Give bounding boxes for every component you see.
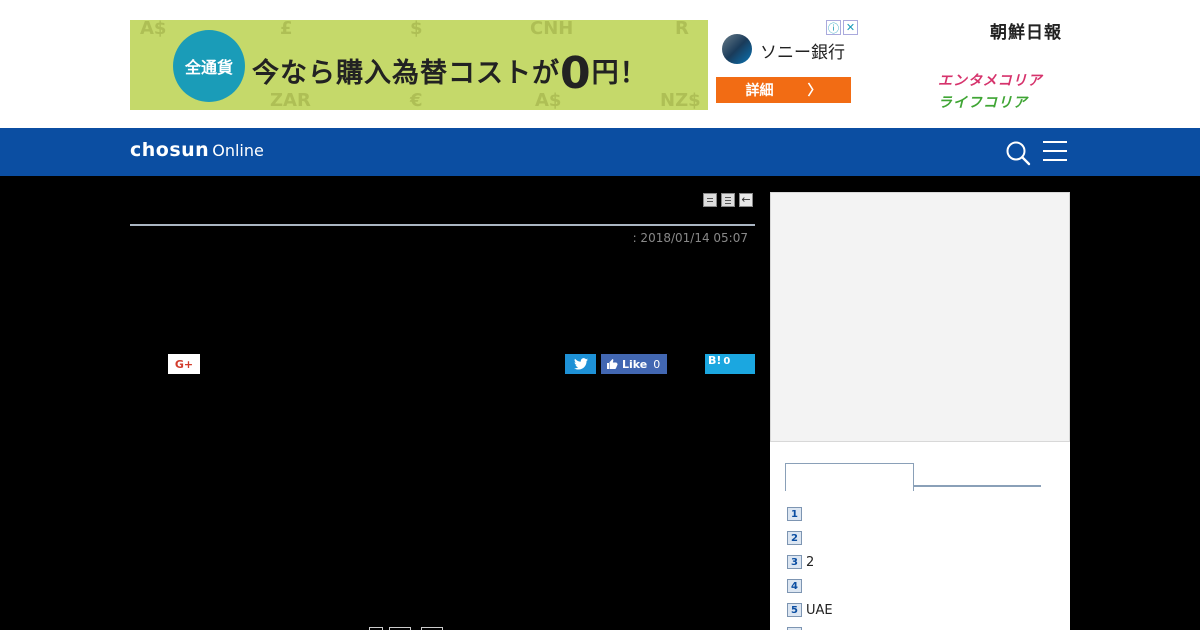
print-icon[interactable] [703, 193, 717, 207]
ranking-item[interactable]: 1 [787, 502, 833, 526]
ad-headline: 今なら購入為替コストが0円！ [252, 48, 648, 99]
facebook-like-button[interactable]: Like 0 [601, 354, 667, 374]
hatena-logo-icon: B! [708, 354, 722, 367]
ranking-list: 1 2 3 2 4 5 UAE 6 [787, 502, 833, 630]
ad-bg-symbol: A$ [140, 20, 167, 39]
ad-headline-text: 今なら購入為替コストが [252, 58, 560, 89]
rank-number-badge: 1 [787, 507, 802, 521]
life-korea-link[interactable]: ライフコリア [938, 92, 1028, 112]
logo-strong: chosun [130, 139, 210, 161]
ad-headline-suffix: 円！ [591, 58, 648, 89]
ranking-item[interactable]: 6 [787, 622, 833, 630]
rank-number-badge: 5 [787, 603, 802, 617]
sony-bank-logo-icon [722, 34, 752, 64]
hatena-bookmark-button[interactable]: B! 0 [705, 354, 755, 374]
chevron-right-icon: 〉 [807, 83, 822, 99]
main-navbar: chosun Online [0, 128, 1200, 176]
ranking-title[interactable]: 2 [806, 555, 814, 570]
ranking-title[interactable]: UAE [806, 603, 833, 618]
ad-bg-symbol: $ [410, 20, 423, 39]
tab-ranking-inactive[interactable] [914, 485, 1041, 487]
ranking-item[interactable]: 2 [787, 526, 833, 550]
twitter-bird-icon [573, 358, 588, 370]
search-icon[interactable] [1005, 140, 1031, 166]
ad-info-icon[interactable]: ⓘ [826, 20, 841, 35]
ranking-tabs [785, 463, 1041, 491]
ranking-item[interactable]: 4 [787, 574, 833, 598]
ad-bg-symbol: NZ$ [660, 90, 701, 110]
chosun-ilbo-link[interactable]: 朝鮮日報 [990, 18, 1062, 43]
google-plus-button[interactable]: G+ [168, 354, 200, 374]
rank-number-badge: 2 [787, 531, 802, 545]
article-dateline: : 2018/01/14 05:07 [632, 231, 748, 245]
sony-bank-name: ソニー銀行 [760, 43, 845, 63]
sony-details-label: 詳細 [745, 83, 774, 99]
sony-bank-ad[interactable]: ⓘ ✕ ソニー銀行 詳細 〉 [716, 20, 858, 110]
ad-bg-symbol: £ [280, 20, 293, 39]
top-header: A$ £ $ CNH R ZAR € A$ NZ$ 全通貨 今なら購入為替コスト… [0, 0, 1200, 128]
entame-korea-link[interactable]: エンタメコリア [938, 70, 1043, 90]
tab-ranking-active[interactable] [785, 463, 914, 491]
ad-close-icon[interactable]: ✕ [843, 20, 858, 35]
rank-number-badge: 4 [787, 579, 802, 593]
text-size-icon[interactable] [721, 193, 735, 207]
hatena-count: 0 [723, 356, 731, 367]
article-divider [130, 224, 755, 226]
back-arrow-icon[interactable]: ← [739, 193, 753, 207]
sidebar: 1 2 3 2 4 5 UAE 6 [770, 192, 1070, 630]
ad-headline-zero: 0 [560, 48, 592, 99]
sony-details-button[interactable]: 詳細 〉 [716, 77, 851, 103]
hamburger-menu-icon[interactable] [1043, 141, 1067, 163]
article-tools: ← [703, 193, 753, 207]
chosun-online-logo[interactable]: chosun Online [130, 139, 264, 161]
ad-bg-symbol: CNH [530, 20, 574, 39]
facebook-like-label: Like [622, 357, 648, 371]
ranking-item[interactable]: 5 UAE [787, 598, 833, 622]
rank-number-badge: 3 [787, 555, 802, 569]
sidebar-ad-slot[interactable] [770, 192, 1070, 442]
facebook-like-count: 0 [653, 357, 661, 371]
ad-bg-symbol: R [675, 20, 689, 39]
twitter-share-button[interactable] [565, 354, 596, 374]
logo-light: Online [212, 141, 264, 160]
ranking-item[interactable]: 3 2 [787, 550, 833, 574]
ad-badge: 全通貨 [173, 30, 245, 102]
thumbs-up-icon [607, 359, 618, 369]
adchoices[interactable]: ⓘ ✕ [826, 20, 858, 36]
currency-ad-banner[interactable]: A$ £ $ CNH R ZAR € A$ NZ$ 全通貨 今なら購入為替コスト… [130, 20, 708, 110]
